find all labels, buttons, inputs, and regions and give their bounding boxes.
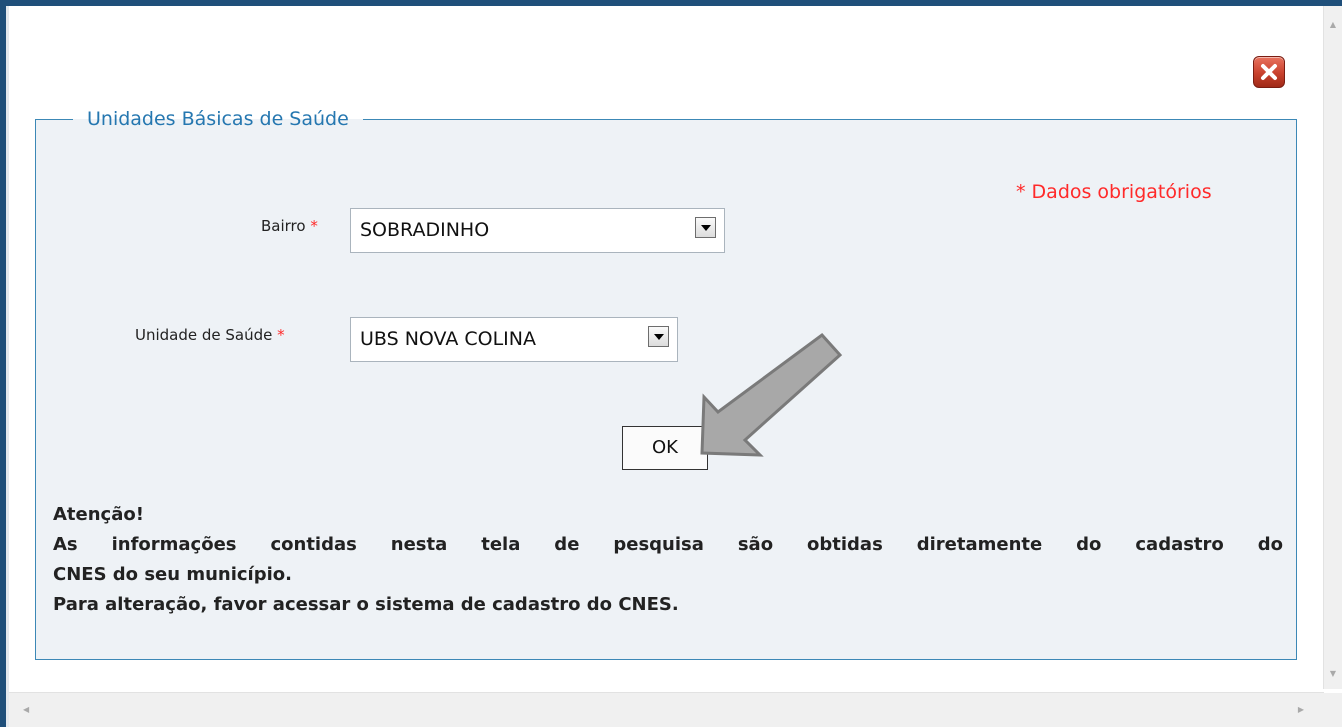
scroll-up-arrow-icon[interactable]: ▲ (1324, 16, 1342, 34)
unidade-select-value: UBS NOVA COLINA (360, 328, 536, 350)
unidade-select[interactable]: UBS NOVA COLINA (350, 317, 678, 362)
unidade-label: Unidade de Saúde * (135, 326, 285, 344)
window-frame-top (0, 0, 1342, 6)
chevron-down-icon[interactable] (695, 217, 716, 238)
bairro-select-value: SOBRADINHO (360, 219, 490, 241)
pointer-arrow-icon (700, 332, 843, 457)
bairro-select[interactable]: SOBRADINHO (350, 208, 725, 253)
scrollbar-corner (1324, 693, 1342, 727)
bairro-label-text: Bairro (261, 217, 306, 235)
unidade-label-text: Unidade de Saúde (135, 326, 273, 344)
attention-line-3: Para alteração, favor acessar o sistema … (53, 594, 679, 615)
horizontal-scrollbar[interactable]: ◀ ▶ (9, 692, 1324, 727)
attention-notice: Atenção! As informações contidas nesta t… (53, 500, 1283, 620)
attention-line-2: CNES do seu município. (53, 564, 292, 585)
vertical-scrollbar[interactable]: ▲ ▼ (1323, 6, 1342, 689)
scroll-left-arrow-icon[interactable]: ◀ (23, 705, 29, 714)
close-button[interactable] (1253, 56, 1285, 88)
scroll-down-arrow-icon[interactable]: ▼ (1324, 665, 1342, 683)
chevron-down-icon[interactable] (648, 326, 669, 347)
scroll-right-arrow-icon[interactable]: ▶ (1298, 705, 1304, 714)
bairro-label: Bairro * (261, 217, 318, 235)
unidade-required-mark: * (277, 326, 285, 344)
window-edge (6, 6, 9, 727)
close-x-icon (1261, 64, 1277, 80)
panel-legend: Unidades Básicas de Saúde (87, 108, 349, 130)
required-fields-note: * Dados obrigatórios (1016, 181, 1212, 203)
bairro-required-mark: * (310, 217, 318, 235)
attention-line-1: As informações contidas nesta tela de pe… (53, 534, 1283, 555)
attention-title: Atenção! (53, 504, 144, 525)
